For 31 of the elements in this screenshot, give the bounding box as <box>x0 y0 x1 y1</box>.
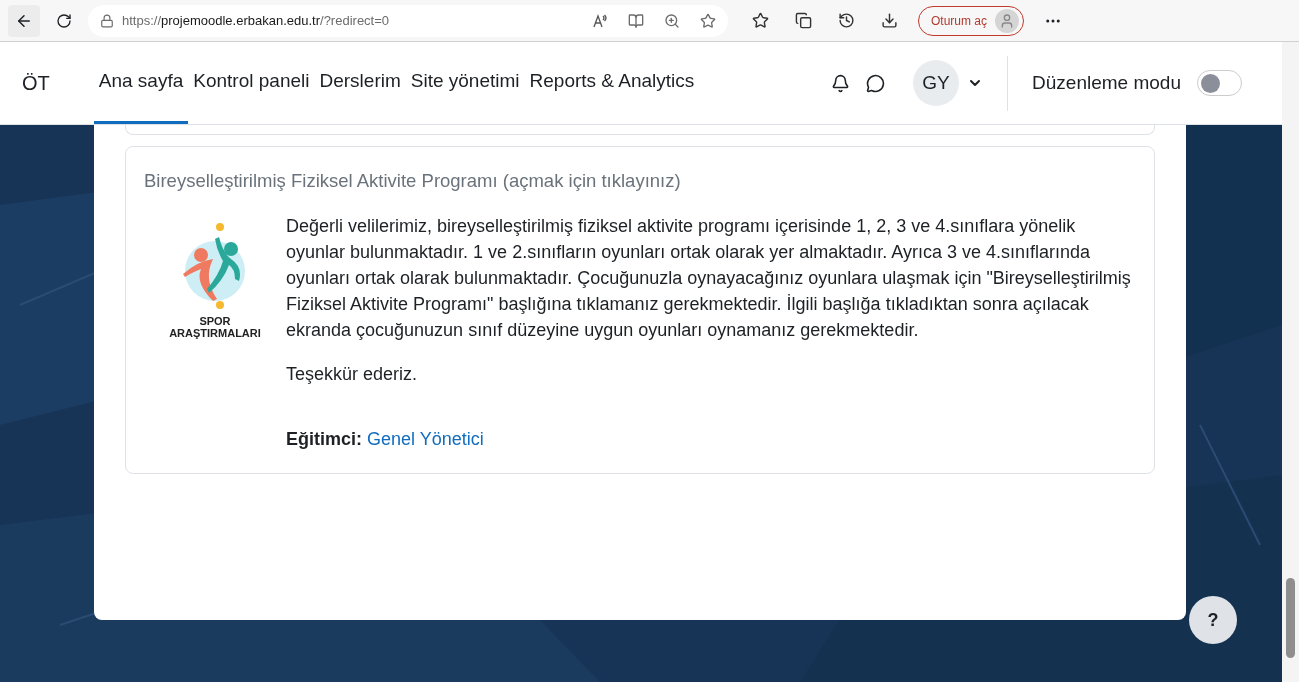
thanks-text: Teşekkür ederiz. <box>286 362 419 386</box>
edit-mode-label: Düzenleme modu <box>1032 70 1181 95</box>
course-title-link[interactable]: Bireyselleştirilmiş Fiziksel Aktivite Programı (açmak için tıklayınız) <box>144 167 1136 195</box>
read-aloud-icon[interactable] <box>592 12 608 29</box>
collections-icon[interactable] <box>795 12 812 29</box>
nav-link[interactable]: Derslerim <box>314 42 406 124</box>
site-brand[interactable]: ÖT <box>22 68 50 98</box>
favorites-icon[interactable] <box>752 12 769 29</box>
course-summary: Değerli velilerimiz, bireyselleştirilmiş fiziksel aktivite programı içerisinde 1, 2, 3 ve 4.sınıflara yönelik oyunlar bulunmaktadır. 1 ve 2.sınıfların oyunları ortak olarak yer almaktadır. Ayrıca 3 ve 4.sınıflarında oyunları ortak olarak bulunmaktadır. Çocuğunuzla oynayacağınız oyunlara ulaşmak için "Bireyselleştirilmiş Fiziksel Aktivite Programı" başlığına tıklamanız gerekmektedir. İlgili başlığa tıkladıktan sonra açılacak ekranda çocuğunuzun sınıf düzeyine uygun oyunları oynamanız gerekmektedir. <box>286 214 1132 342</box>
back-button[interactable] <box>8 4 40 37</box>
nav-link[interactable]: Reports & Analytics <box>524 42 700 124</box>
user-avatar[interactable]: GY <box>913 60 960 106</box>
history-icon[interactable] <box>838 12 855 29</box>
zoom-icon[interactable] <box>664 12 680 29</box>
message-icon[interactable] <box>866 73 886 93</box>
download-icon[interactable] <box>881 12 898 29</box>
teacher-link[interactable]: Genel Yönetici <box>367 425 484 453</box>
avatar-icon <box>995 8 1019 33</box>
star-icon[interactable] <box>700 12 716 29</box>
logo-caption: SPOR ARAŞTIRMALARI <box>169 314 261 339</box>
edit-mode-toggle[interactable] <box>1197 70 1242 96</box>
address-bar[interactable]: https://projemoodle.erbakan.edu.tr/?redirect=0 <box>88 4 728 37</box>
nav-link[interactable]: Kontrol paneli <box>188 42 315 124</box>
book-icon[interactable] <box>628 12 644 29</box>
teacher-label: Eğitimci: <box>286 427 362 451</box>
url-text: https://projemoodle.erbakan.edu.tr/?redirect=0 <box>122 11 390 30</box>
notification-icon[interactable] <box>831 73 851 93</box>
reload-icon <box>56 12 72 29</box>
lock-icon <box>100 13 114 28</box>
scrollbar[interactable] <box>1282 42 1299 682</box>
nav-link[interactable]: Site yönetimi <box>405 42 525 124</box>
